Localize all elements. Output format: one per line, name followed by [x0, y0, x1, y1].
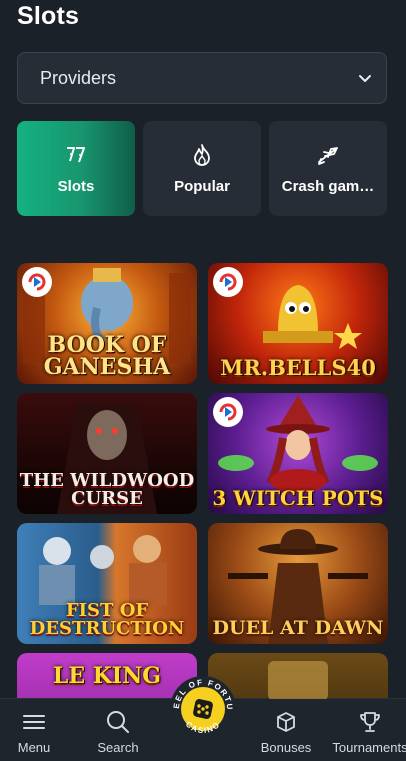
game-tile-fist-of-destruction[interactable]: FIST OF DESTRUCTION [17, 523, 197, 644]
casino-ring-text: WHEEL OF FORTUNE CASINO [170, 676, 234, 736]
nav-search[interactable]: Search [78, 709, 158, 755]
game-title: DUEL AT DAWN [212, 617, 384, 639]
category-tabs: Slots Popular Crash gam… [17, 121, 406, 216]
trophy-icon [360, 712, 380, 732]
svg-text:WHEEL OF FORTUNE: WHEEL OF FORTUNE [170, 676, 234, 711]
tab-label: Popular [174, 178, 230, 195]
tab-popular[interactable]: Popular [143, 121, 261, 216]
game-title: 3 WITCH POTS [212, 486, 384, 510]
nav-label: Menu [17, 740, 51, 755]
provider-badge [213, 267, 243, 297]
svg-text:CASINO: CASINO [184, 720, 222, 736]
game-title: THE WILDWOOD CURSE [19, 470, 195, 509]
nav-tournaments[interactable]: Tournaments [330, 709, 406, 755]
nav-bonuses[interactable]: Bonuses [246, 709, 326, 755]
flame-icon [194, 144, 210, 166]
tab-slots[interactable]: Slots [17, 121, 135, 216]
game-tile-3-witch-pots[interactable]: 3 WITCH POTS [208, 393, 388, 514]
game-tile-mr-bells-40[interactable]: MR.BELLS40 [208, 263, 388, 384]
gift-icon [277, 712, 295, 732]
nav-label: Bonuses [260, 740, 312, 755]
casino-label: CASINO [184, 720, 221, 736]
chevron-down-icon [359, 75, 371, 82]
search-icon [107, 711, 129, 733]
nav-menu[interactable]: Menu [0, 709, 74, 755]
game-title: FIST OF DESTRUCTION [29, 600, 185, 639]
casino-arc-top: WHEEL OF FORTUNE [170, 676, 233, 711]
game-tile-duel-at-dawn[interactable]: DUEL AT DAWN [208, 523, 388, 644]
provider-logo-icon [28, 273, 46, 291]
provider-badge [22, 267, 52, 297]
game-tile-book-of-ganesha[interactable]: BOOK OF GANESHA [17, 263, 197, 384]
providers-label: Providers [40, 67, 117, 88]
tab-crash-games[interactable]: Crash gam… [269, 121, 387, 216]
plane-icon [318, 147, 338, 165]
tab-label: Crash gam… [281, 178, 375, 195]
sevens-icon [67, 147, 85, 163]
providers-dropdown[interactable]: Providers [17, 52, 387, 104]
nav-label: Tournaments [332, 740, 406, 755]
provider-logo-icon [219, 273, 237, 291]
game-tile-wildwood-curse[interactable]: THE WILDWOOD CURSE [17, 393, 197, 514]
page-title: Slots [17, 2, 80, 30]
tab-label: Slots [57, 178, 95, 195]
game-title: BOOK OF GANESHA [43, 332, 171, 380]
provider-badge [213, 397, 243, 427]
casino-button[interactable]: WHEEL OF FORTUNE CASINO [170, 676, 236, 742]
games-grid: BOOK OF GANESHA MR.BELLS40 THE WILDWOOD … [17, 263, 388, 699]
nav-label: Search [97, 740, 139, 755]
hamburger-icon [23, 715, 45, 729]
provider-logo-icon [219, 403, 237, 421]
game-title: MR.BELLS40 [220, 355, 376, 380]
